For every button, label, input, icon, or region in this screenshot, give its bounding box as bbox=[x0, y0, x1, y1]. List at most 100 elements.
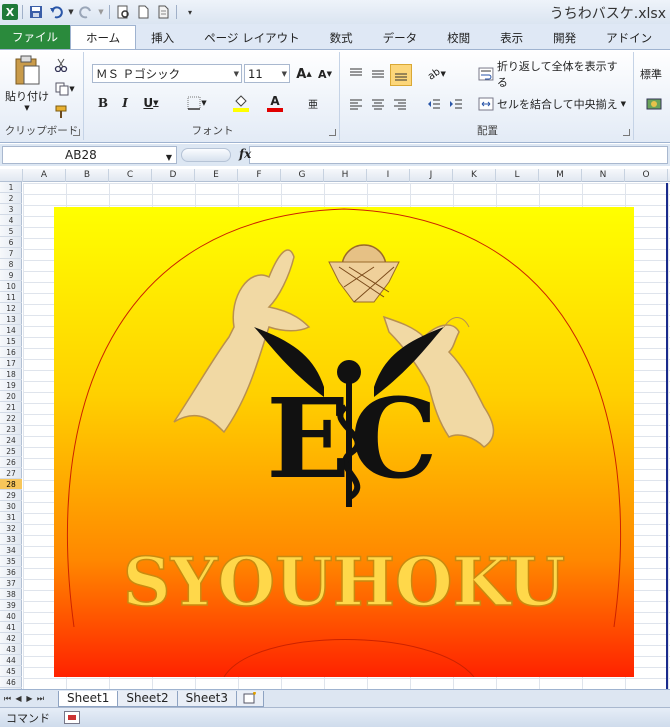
tab-view[interactable]: 表示 bbox=[485, 27, 538, 49]
phonetic-guide-icon[interactable]: 亜 bbox=[302, 92, 324, 114]
orientation-icon[interactable]: ab ▼ bbox=[424, 64, 450, 84]
row-header-34[interactable]: 34 bbox=[0, 545, 22, 556]
align-left-icon[interactable] bbox=[346, 94, 366, 114]
insert-sheet-icon[interactable] bbox=[235, 690, 264, 707]
row-header-1[interactable]: 1 bbox=[0, 182, 22, 193]
copy-icon[interactable]: ▼ bbox=[52, 80, 78, 98]
select-all-button[interactable] bbox=[0, 169, 23, 182]
undo-dropdown-icon[interactable]: ▼ bbox=[67, 3, 75, 21]
column-header-k[interactable]: K bbox=[453, 169, 496, 182]
decrease-indent-icon[interactable] bbox=[424, 94, 444, 114]
row-header-40[interactable]: 40 bbox=[0, 611, 22, 622]
undo-icon[interactable] bbox=[47, 3, 65, 21]
column-header-j[interactable]: J bbox=[410, 169, 453, 182]
column-header-o[interactable]: O bbox=[625, 169, 668, 182]
align-center-icon[interactable] bbox=[368, 94, 388, 114]
row-header-38[interactable]: 38 bbox=[0, 589, 22, 600]
column-header-a[interactable]: A bbox=[23, 169, 66, 182]
excel-logo-icon[interactable]: X bbox=[2, 4, 18, 20]
customize-toolbar-icon[interactable]: ▾ bbox=[181, 3, 199, 21]
row-header-42[interactable]: 42 bbox=[0, 633, 22, 644]
column-header-g[interactable]: G bbox=[281, 169, 324, 182]
row-header-20[interactable]: 20 bbox=[0, 391, 22, 402]
tab-data[interactable]: データ bbox=[368, 27, 433, 49]
row-header-15[interactable]: 15 bbox=[0, 336, 22, 347]
row-header-26[interactable]: 26 bbox=[0, 457, 22, 468]
paste-button[interactable]: 貼り付け ▼ bbox=[4, 54, 50, 112]
column-header-c[interactable]: C bbox=[109, 169, 152, 182]
row-header-37[interactable]: 37 bbox=[0, 578, 22, 589]
row-header-29[interactable]: 29 bbox=[0, 490, 22, 501]
new-document-icon[interactable] bbox=[134, 3, 152, 21]
row-header-32[interactable]: 32 bbox=[0, 523, 22, 534]
column-header-n[interactable]: N bbox=[582, 169, 625, 182]
tab-page-layout[interactable]: ページ レイアウト bbox=[189, 27, 314, 49]
insert-function-button[interactable]: fx bbox=[239, 147, 251, 161]
row-header-16[interactable]: 16 bbox=[0, 347, 22, 358]
row-header-12[interactable]: 12 bbox=[0, 303, 22, 314]
formula-splitter[interactable] bbox=[181, 148, 231, 162]
increase-font-size-icon[interactable]: A ▲ bbox=[294, 64, 314, 84]
row-header-21[interactable]: 21 bbox=[0, 402, 22, 413]
tab-home[interactable]: ホーム bbox=[70, 25, 137, 49]
row-header-46[interactable]: 46 bbox=[0, 677, 22, 688]
row-header-36[interactable]: 36 bbox=[0, 567, 22, 578]
align-bottom-icon[interactable] bbox=[390, 64, 412, 86]
row-header-7[interactable]: 7 bbox=[0, 248, 22, 259]
row-header-45[interactable]: 45 bbox=[0, 666, 22, 677]
save-icon[interactable] bbox=[27, 3, 45, 21]
row-header-11[interactable]: 11 bbox=[0, 292, 22, 303]
fill-color-icon[interactable] bbox=[226, 92, 256, 114]
prev-sheet-icon[interactable]: ◀ bbox=[13, 694, 24, 703]
first-sheet-icon[interactable]: ⏮ bbox=[2, 694, 13, 704]
row-header-28[interactable]: 28 bbox=[0, 479, 22, 490]
tab-file[interactable]: ファイル bbox=[0, 25, 70, 49]
row-header-9[interactable]: 9 bbox=[0, 270, 22, 281]
tab-developer[interactable]: 開発 bbox=[538, 27, 591, 49]
row-header-27[interactable]: 27 bbox=[0, 468, 22, 479]
name-box[interactable]: AB28 ▼ bbox=[2, 146, 177, 164]
cut-icon[interactable] bbox=[52, 56, 70, 74]
column-header-d[interactable]: D bbox=[152, 169, 195, 182]
row-header-25[interactable]: 25 bbox=[0, 446, 22, 457]
row-header-2[interactable]: 2 bbox=[0, 193, 22, 204]
font-family-select[interactable]: ＭＳ Ｐゴシック ▼ bbox=[92, 64, 242, 83]
row-header-18[interactable]: 18 bbox=[0, 369, 22, 380]
column-header-m[interactable]: M bbox=[539, 169, 582, 182]
row-header-31[interactable]: 31 bbox=[0, 512, 22, 523]
underline-icon[interactable]: U ▼ bbox=[138, 94, 164, 112]
format-painter-icon[interactable] bbox=[52, 103, 70, 121]
row-header-19[interactable]: 19 bbox=[0, 380, 22, 391]
row-header-23[interactable]: 23 bbox=[0, 424, 22, 435]
row-header-4[interactable]: 4 bbox=[0, 215, 22, 226]
row-header-13[interactable]: 13 bbox=[0, 314, 22, 325]
decrease-font-size-icon[interactable]: A ▼ bbox=[315, 64, 335, 84]
row-header-3[interactable]: 3 bbox=[0, 204, 22, 215]
align-top-icon[interactable] bbox=[346, 64, 366, 84]
macro-record-icon[interactable] bbox=[64, 711, 80, 724]
print-preview-icon[interactable] bbox=[114, 3, 132, 21]
font-dialog-launcher[interactable] bbox=[329, 129, 336, 136]
bold-icon[interactable]: B bbox=[94, 94, 112, 112]
column-header-l[interactable]: L bbox=[496, 169, 539, 182]
row-header-33[interactable]: 33 bbox=[0, 534, 22, 545]
column-header-b[interactable]: B bbox=[66, 169, 109, 182]
tab-review[interactable]: 校閲 bbox=[432, 27, 485, 49]
worksheet-grid[interactable]: ABCDEFGHIJKLMNO 1 2 3 4 5 6 7 8 9 10 11 12 13 14 15 16 1… bbox=[0, 169, 670, 689]
column-header-f[interactable]: F bbox=[238, 169, 281, 182]
clipboard-dialog-launcher[interactable] bbox=[73, 129, 80, 136]
column-header-i[interactable]: I bbox=[367, 169, 410, 182]
row-header-35[interactable]: 35 bbox=[0, 556, 22, 567]
sheet-tab-sheet3[interactable]: Sheet3 bbox=[176, 690, 237, 707]
redo-dropdown-icon[interactable]: ▼ bbox=[97, 3, 105, 21]
font-size-select[interactable]: 11 ▼ bbox=[244, 64, 290, 83]
row-header-30[interactable]: 30 bbox=[0, 501, 22, 512]
uchiwa-picture[interactable]: EC SYOUHOKU bbox=[54, 207, 634, 678]
tab-insert[interactable]: 挿入 bbox=[136, 27, 189, 49]
borders-icon[interactable]: ▼ bbox=[182, 94, 212, 112]
sheet-tab-sheet2[interactable]: Sheet2 bbox=[117, 690, 178, 707]
row-header-10[interactable]: 10 bbox=[0, 281, 22, 292]
open-document-icon[interactable] bbox=[154, 3, 172, 21]
sheet-tab-sheet1[interactable]: Sheet1 bbox=[58, 690, 119, 707]
next-sheet-icon[interactable]: ▶ bbox=[24, 694, 35, 703]
